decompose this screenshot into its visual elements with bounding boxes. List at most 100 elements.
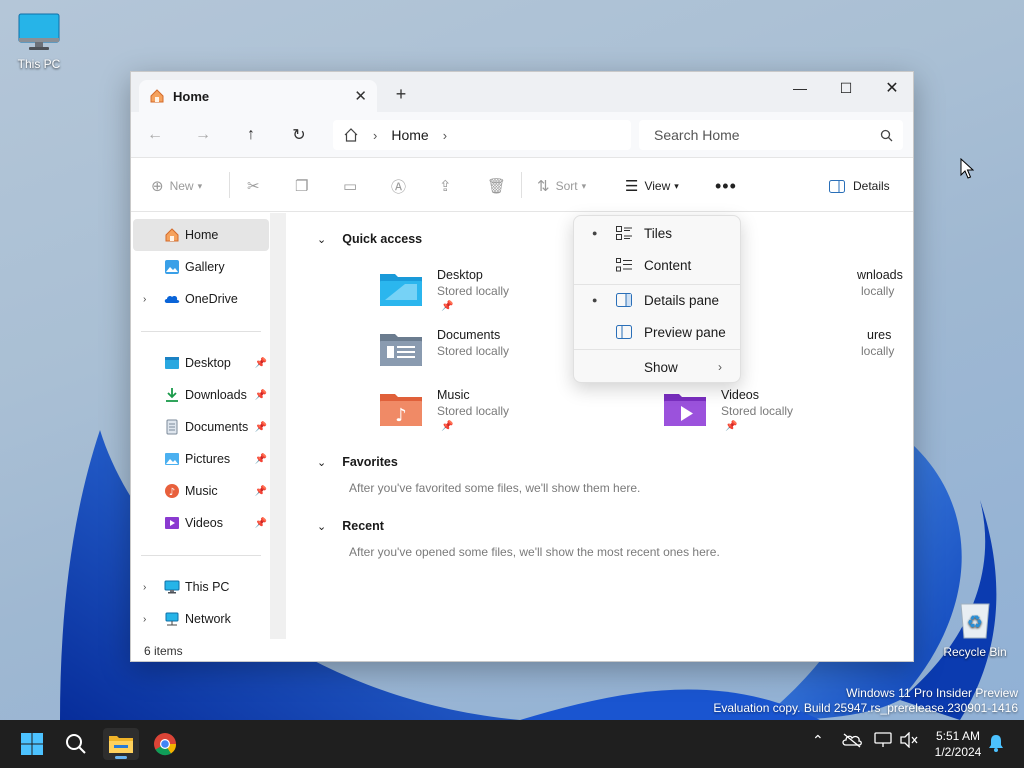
videos-folder-icon xyxy=(664,394,706,426)
more-options-button[interactable]: ••• xyxy=(715,174,737,198)
pane-splitter[interactable] xyxy=(270,213,286,639)
ellipsis-icon: ••• xyxy=(715,175,737,196)
volume-muted-icon[interactable] xyxy=(900,732,918,748)
tab-home[interactable]: Home ✕ xyxy=(139,80,377,112)
rename-button[interactable]: Ⓐ xyxy=(391,174,412,198)
sidebar-item-downloads[interactable]: Downloads 📌 xyxy=(133,379,269,411)
clock-time: 5:51 AM xyxy=(935,729,981,743)
home-outline-icon xyxy=(344,128,358,142)
item-location: Stored locally xyxy=(437,284,510,298)
breadcrumb-item[interactable]: Home xyxy=(391,127,428,143)
sidebar-item-documents[interactable]: Documents 📌 xyxy=(133,411,269,443)
chevron-right-icon[interactable]: › xyxy=(143,582,146,593)
trash-icon: 🗑 xyxy=(487,178,507,195)
refresh-button[interactable]: ↻ xyxy=(275,120,323,150)
sidebar-item-pictures[interactable]: Pictures 📌 xyxy=(133,443,269,475)
scissors-icon: ✂ xyxy=(247,178,260,195)
quick-access-header[interactable]: ⌄ Quick access xyxy=(317,232,422,246)
desktop-icon-this-pc[interactable]: This PC xyxy=(4,12,74,71)
recent-header[interactable]: ⌄ Recent xyxy=(317,519,384,533)
chevron-right-icon[interactable]: › xyxy=(143,614,146,625)
menu-item-show[interactable]: Show › xyxy=(578,352,736,382)
menu-item-details-pane[interactable]: ● Details pane xyxy=(578,285,736,315)
chrome-taskbar-button[interactable] xyxy=(147,728,183,760)
copy-button[interactable]: ❐ xyxy=(295,174,314,198)
paste-button[interactable]: ▭ xyxy=(343,174,363,198)
menu-item-label: Details pane xyxy=(644,292,720,308)
share-button[interactable]: ⇪ xyxy=(439,174,458,198)
download-icon xyxy=(166,388,178,402)
up-button[interactable]: ↑ xyxy=(227,120,275,150)
desktop-icon-recycle-bin[interactable]: ♻ Recycle Bin xyxy=(940,598,1010,659)
search-taskbar-button[interactable] xyxy=(58,728,94,760)
menu-item-preview-pane[interactable]: Preview pane xyxy=(578,317,736,347)
delete-button[interactable]: 🗑 xyxy=(487,174,512,198)
chevron-down-icon: ⌄ xyxy=(317,456,327,469)
start-button[interactable] xyxy=(14,728,50,760)
item-name: Documents xyxy=(437,328,501,342)
favorites-header[interactable]: ⌄ Favorites xyxy=(317,455,398,469)
quick-access-item-music[interactable]: ♪ Music Stored locally 📌 xyxy=(379,388,639,444)
search-input[interactable]: Search Home xyxy=(639,120,903,150)
details-button[interactable]: Details xyxy=(829,174,890,198)
rename-icon: Ⓐ xyxy=(391,178,407,196)
menu-item-tiles[interactable]: ● Tiles xyxy=(578,218,736,248)
close-tab-icon[interactable]: ✕ xyxy=(354,87,367,105)
chevron-right-icon[interactable]: › xyxy=(143,294,146,305)
back-button[interactable]: ← xyxy=(131,120,179,150)
evaluation-watermark: Windows 11 Pro Insider Preview Evaluatio… xyxy=(713,686,1018,716)
clock[interactable]: 5:51 AM 1/2/2024 xyxy=(930,728,986,760)
details-pane-icon xyxy=(616,293,632,307)
show-hidden-icons-chevron-up-icon[interactable]: ⌃ xyxy=(812,732,824,749)
view-label: View xyxy=(644,179,671,193)
desktop-icon-label: This PC xyxy=(17,57,61,71)
sidebar-item-desktop[interactable]: Desktop 📌 xyxy=(133,347,269,379)
details-label: Details xyxy=(853,179,890,193)
quick-access-item-videos[interactable]: Videos Stored locally 📌 xyxy=(663,388,913,444)
sidebar-item-this-pc[interactable]: › This PC xyxy=(133,571,269,603)
recent-empty-note: After you've opened some files, we'll sh… xyxy=(349,545,720,559)
new-tab-button[interactable]: + xyxy=(389,84,413,105)
windows-logo-icon xyxy=(21,733,43,755)
cut-button[interactable]: ✂ xyxy=(247,174,266,198)
chevron-down-icon: ▾ xyxy=(674,180,679,191)
folder-icon xyxy=(109,736,133,753)
sidebar-item-label: Pictures xyxy=(185,452,231,466)
sort-button[interactable]: ⇅ Sort ▾ xyxy=(537,174,586,198)
sidebar-item-home[interactable]: Home xyxy=(133,219,269,251)
onedrive-offline-icon[interactable] xyxy=(842,732,862,748)
chevron-right-icon: › xyxy=(373,127,378,143)
new-button[interactable]: ⊕ New ▾ xyxy=(151,174,202,198)
sidebar-item-videos[interactable]: Videos 📌 xyxy=(133,507,269,539)
forward-button[interactable]: → xyxy=(179,120,227,150)
pin-icon: 📌 xyxy=(441,301,454,312)
file-explorer-window: Home ✕ + — ☐ ✕ ← → ↑ ↻ › Home › Search H… xyxy=(130,71,914,662)
chevron-right-icon[interactable]: › xyxy=(443,128,447,143)
menu-item-label: Show xyxy=(644,359,678,375)
sidebar-item-label: Network xyxy=(185,612,231,626)
sidebar-item-label: This PC xyxy=(185,580,230,594)
breadcrumb[interactable]: › Home › xyxy=(333,120,631,150)
notification-bell-icon[interactable] xyxy=(988,734,1004,752)
desktop-icon-label: Recycle Bin xyxy=(943,645,1007,659)
sidebar-item-music[interactable]: ♪ Music 📌 xyxy=(133,475,269,507)
minimize-button[interactable]: — xyxy=(777,72,823,104)
content-icon xyxy=(616,258,632,272)
maximize-button[interactable]: ☐ xyxy=(823,72,869,104)
sidebar-item-onedrive[interactable]: › OneDrive xyxy=(133,283,269,315)
file-explorer-taskbar-button[interactable] xyxy=(103,728,139,760)
search-placeholder: Search Home xyxy=(654,127,740,143)
monitor-icon xyxy=(164,580,180,594)
sidebar-item-network[interactable]: › Network xyxy=(133,603,269,635)
view-button[interactable]: ☰ View ▾ xyxy=(625,174,679,198)
desktop-folder-icon xyxy=(380,274,422,306)
item-location: locally xyxy=(861,344,895,358)
network-icon[interactable] xyxy=(874,732,892,748)
svg-text:♪: ♪ xyxy=(395,405,407,426)
desktop-folder-icon xyxy=(165,357,179,369)
search-icon xyxy=(880,129,893,141)
menu-item-content[interactable]: Content xyxy=(578,250,736,280)
sidebar-item-gallery[interactable]: Gallery xyxy=(133,251,269,283)
chevron-down-icon: ▾ xyxy=(197,180,203,191)
close-button[interactable]: ✕ xyxy=(869,72,913,104)
